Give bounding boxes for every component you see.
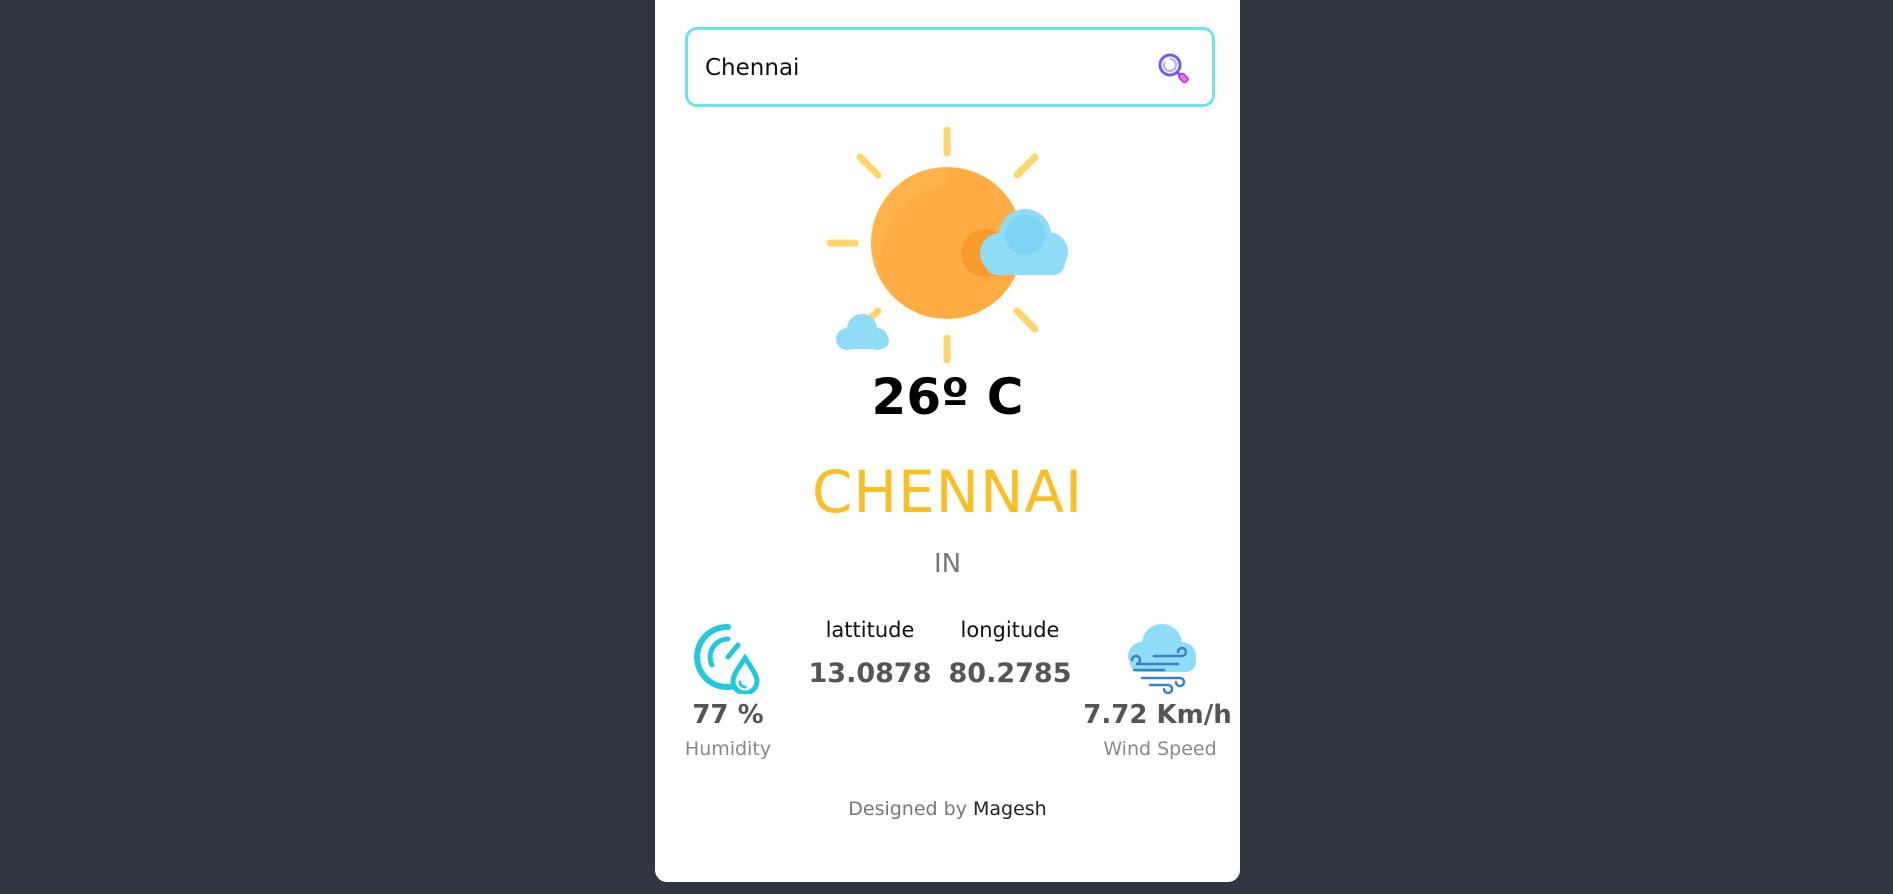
country-code: IN bbox=[933, 549, 962, 579]
humidity-label: Humidity bbox=[684, 738, 772, 760]
footer-prefix: Designed by bbox=[848, 798, 967, 820]
search-box bbox=[685, 27, 1215, 107]
city-name: CHENNAI bbox=[811, 458, 1084, 526]
footer-credit: Designed by Magesh bbox=[655, 798, 1240, 820]
humidity-value: 77 % bbox=[692, 700, 764, 730]
longitude-label: longitude bbox=[960, 618, 1060, 642]
footer-author: Magesh bbox=[973, 798, 1047, 820]
wind-speed-label: Wind Speed bbox=[1103, 738, 1217, 760]
wind-speed-value: 7.72 Km/h bbox=[1083, 700, 1232, 730]
humidity-icon bbox=[694, 623, 760, 694]
latitude-value: 13.0878 bbox=[808, 658, 932, 689]
latitude-label: lattitude bbox=[825, 618, 915, 642]
weather-card: 26º C CHENNAI IN 77 % Humidity lattitude… bbox=[655, 0, 1240, 882]
longitude-value: 80.2785 bbox=[948, 658, 1072, 689]
sun-with-clouds-icon bbox=[826, 126, 1068, 364]
temperature: 26º C bbox=[871, 368, 1024, 426]
search-button[interactable] bbox=[1154, 50, 1194, 90]
magnifier-icon bbox=[1158, 53, 1189, 84]
wind-cloud-icon bbox=[1128, 624, 1196, 694]
search-input[interactable] bbox=[703, 46, 1127, 90]
